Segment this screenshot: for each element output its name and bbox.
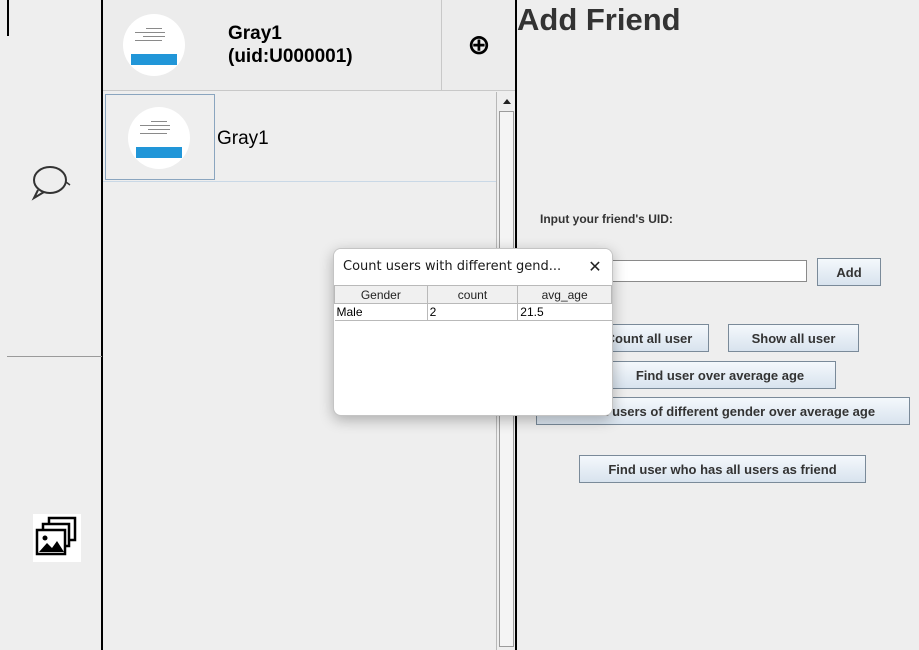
table-row[interactable]: Male 2 21.5 [334,303,612,321]
nav-divider [7,356,102,357]
table-header-row: Gender count avg_age [334,285,612,304]
contact-avatar [128,107,190,169]
current-user-name: Gray1 (uid:U000001) [228,22,428,68]
cell-gender[interactable]: Male [334,303,428,321]
cell-count[interactable]: 2 [427,303,519,321]
list-item[interactable]: Gray1 [103,92,496,182]
avatar-band [131,54,177,65]
column-header-gender[interactable]: Gender [334,285,428,304]
dialog-titlebar[interactable]: Count users with different gend... ✕ [334,249,612,283]
avatar-band [136,147,182,158]
column-header-count[interactable]: count [426,285,519,304]
find-over-average-age-button[interactable]: Find user over average age [604,361,836,389]
result-dialog: Count users with different gend... ✕ Gen… [333,248,613,416]
results-table: Gender count avg_age Male 2 21.5 [334,285,612,321]
left-nav-bar [0,0,103,650]
app-window: Gray1 (uid:U000001) ⊕ Gray1 Add Friend I… [0,0,919,650]
find-all-friends-user-button[interactable]: Find user who has all users as friend [579,455,866,483]
avatar-image [135,28,173,48]
uid-input[interactable] [600,260,807,282]
speech-bubble-icon[interactable] [30,164,74,202]
close-icon[interactable]: ✕ [584,255,606,277]
contact-name: Gray1 [217,128,269,149]
column-header-avg-age[interactable]: avg_age [517,285,612,304]
user-avatar[interactable] [123,14,185,76]
page-title: Add Friend [517,2,681,37]
show-all-user-button[interactable]: Show all user [728,324,859,352]
image-gallery-icon[interactable] [33,514,81,562]
cell-avg-age[interactable]: 21.5 [517,303,612,321]
add-friend-button[interactable]: Add [817,258,881,286]
contact-avatar-frame [105,94,215,180]
scroll-up-arrow[interactable] [497,92,516,110]
user-uid: (uid:U000001) [228,46,353,67]
user-name: Gray1 [228,23,282,44]
current-user-header: Gray1 (uid:U000001) [103,0,441,91]
uid-label: Input your friend's UID: [540,212,673,226]
avatar-image [140,121,178,141]
circle-plus-icon: ⊕ [467,28,491,61]
nav-edge [7,0,9,36]
add-button[interactable]: ⊕ [441,0,516,91]
dialog-title: Count users with different gend... [343,259,562,274]
